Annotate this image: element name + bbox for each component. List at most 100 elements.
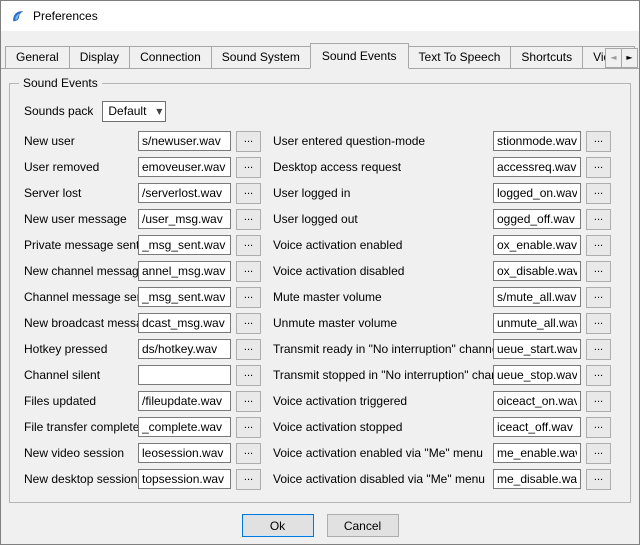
sound-file-input[interactable] — [138, 131, 231, 151]
browse-button[interactable]: ... — [586, 183, 611, 204]
browse-button[interactable]: ... — [586, 131, 611, 152]
sounds-pack-label: Sounds pack — [24, 104, 93, 118]
sound-file-input[interactable] — [138, 469, 231, 489]
sound-event-row: File transfer complete... Voice activatio… — [24, 414, 622, 440]
cancel-button[interactable]: Cancel — [327, 514, 399, 537]
sound-event-row: Channel silent... Transmit stopped in "No… — [24, 362, 622, 388]
event-label: User entered question-mode — [273, 134, 493, 148]
event-label: Transmit ready in "No interruption" chan… — [273, 342, 493, 356]
sound-file-input[interactable] — [138, 157, 231, 177]
browse-button[interactable]: ... — [236, 209, 261, 230]
event-label: File transfer complete — [24, 420, 138, 434]
sound-file-input[interactable] — [493, 287, 581, 307]
tab-bar: GeneralDisplayConnectionSound SystemSoun… — [1, 43, 639, 69]
sound-file-input[interactable] — [493, 469, 581, 489]
sound-file-input[interactable] — [493, 443, 581, 463]
browse-button[interactable]: ... — [236, 443, 261, 464]
browse-button[interactable]: ... — [236, 469, 261, 490]
browse-button[interactable]: ... — [236, 313, 261, 334]
browse-button[interactable]: ... — [586, 339, 611, 360]
event-label: Voice activation enabled via "Me" menu — [273, 446, 493, 460]
event-label: Unmute master volume — [273, 316, 493, 330]
browse-button[interactable]: ... — [236, 235, 261, 256]
title-bar: Preferences — [1, 1, 639, 31]
sound-file-input[interactable] — [138, 339, 231, 359]
browse-button[interactable]: ... — [586, 469, 611, 490]
sound-file-input[interactable] — [138, 287, 231, 307]
event-label: Mute master volume — [273, 290, 493, 304]
sounds-pack-select[interactable]: Default ▼ — [102, 101, 166, 122]
sound-file-input[interactable] — [138, 313, 231, 333]
sound-file-input[interactable] — [493, 261, 581, 281]
sound-file-input[interactable] — [493, 131, 581, 151]
ok-button[interactable]: Ok — [242, 514, 314, 537]
sound-file-input[interactable] — [493, 365, 581, 385]
sound-event-row: New user... User entered question-mode... — [24, 128, 622, 154]
tab-display[interactable]: Display — [69, 46, 130, 69]
sound-file-input[interactable] — [493, 339, 581, 359]
event-label: New user message — [24, 212, 138, 226]
event-label: Voice activation stopped — [273, 420, 493, 434]
sound-event-row: Channel message sent...Mute master volum… — [24, 284, 622, 310]
browse-button[interactable]: ... — [586, 443, 611, 464]
event-label: Transmit stopped in "No interruption" ch… — [273, 368, 493, 382]
browse-button[interactable]: ... — [586, 391, 611, 412]
browse-button[interactable]: ... — [586, 157, 611, 178]
tab-sound-system[interactable]: Sound System — [211, 46, 311, 69]
tab-text-to-speech[interactable]: Text To Speech — [408, 46, 512, 69]
sound-file-input[interactable] — [493, 183, 581, 203]
sound-event-row: Server lost...User logged in... — [24, 180, 622, 206]
event-label: Voice activation enabled — [273, 238, 493, 252]
sound-file-input[interactable] — [138, 443, 231, 463]
sound-file-input[interactable] — [493, 417, 581, 437]
browse-button[interactable]: ... — [236, 339, 261, 360]
browse-button[interactable]: ... — [586, 287, 611, 308]
sound-file-input[interactable] — [138, 183, 231, 203]
browse-button[interactable]: ... — [586, 235, 611, 256]
sound-event-row: New user message...User logged out... — [24, 206, 622, 232]
event-label: Files updated — [24, 394, 138, 408]
tab-scroll-left-button[interactable]: ◄ — [605, 48, 622, 68]
sound-file-input[interactable] — [138, 209, 231, 229]
browse-button[interactable]: ... — [236, 365, 261, 386]
browse-button[interactable]: ... — [586, 365, 611, 386]
sound-file-input[interactable] — [493, 235, 581, 255]
sound-event-row: New video session... Voice activation ena… — [24, 440, 622, 466]
sound-file-input[interactable] — [138, 391, 231, 411]
event-label: New user — [24, 134, 138, 148]
event-label: Desktop access request — [273, 160, 493, 174]
tab-shortcuts[interactable]: Shortcuts — [510, 46, 583, 69]
browse-button[interactable]: ... — [236, 391, 261, 412]
sound-file-input[interactable] — [138, 261, 231, 281]
tab-scroll-buttons: ◄ ► — [606, 48, 638, 68]
event-label: New video session — [24, 446, 138, 460]
browse-button[interactable]: ... — [236, 131, 261, 152]
sounds-pack-row: Sounds pack Default ▼ — [24, 100, 622, 122]
browse-button[interactable]: ... — [586, 261, 611, 282]
browse-button[interactable]: ... — [586, 313, 611, 334]
tab-connection[interactable]: Connection — [129, 46, 212, 69]
sound-file-input[interactable] — [493, 391, 581, 411]
browse-button[interactable]: ... — [236, 287, 261, 308]
browse-button[interactable]: ... — [586, 209, 611, 230]
event-label: Channel silent — [24, 368, 138, 382]
tab-sound-events[interactable]: Sound Events — [310, 43, 409, 69]
footer: Ok Cancel — [1, 514, 639, 537]
sound-file-input[interactable] — [493, 209, 581, 229]
browse-button[interactable]: ... — [236, 183, 261, 204]
event-label: Voice activation triggered — [273, 394, 493, 408]
sound-file-input[interactable] — [138, 235, 231, 255]
sound-event-row: User removed...Desktop access request... — [24, 154, 622, 180]
sound-file-input[interactable] — [138, 365, 231, 385]
sound-file-input[interactable] — [493, 313, 581, 333]
tab-general[interactable]: General — [5, 46, 70, 69]
event-label: Hotkey pressed — [24, 342, 138, 356]
sound-file-input[interactable] — [138, 417, 231, 437]
tab-scroll-right-button[interactable]: ► — [621, 48, 638, 68]
browse-button[interactable]: ... — [236, 157, 261, 178]
browse-button[interactable]: ... — [236, 261, 261, 282]
browse-button[interactable]: ... — [586, 417, 611, 438]
event-label: Voice activation disabled via "Me" menu — [273, 472, 493, 486]
sound-file-input[interactable] — [493, 157, 581, 177]
browse-button[interactable]: ... — [236, 417, 261, 438]
